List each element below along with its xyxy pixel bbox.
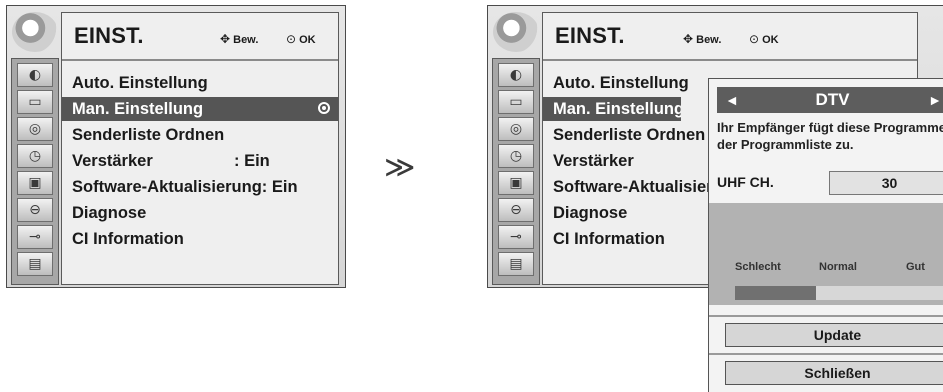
menu-item-man-einstellung[interactable]: Man. Einstellung bbox=[62, 97, 338, 121]
move-arrows-icon: ✥ bbox=[220, 32, 231, 46]
connector-icon[interactable]: ⊸ bbox=[17, 225, 53, 249]
right-arrow-icon[interactable]: ► bbox=[928, 87, 942, 113]
separator bbox=[709, 315, 943, 317]
satellite-dish-icon bbox=[12, 12, 58, 52]
menu-item-verstaerker[interactable]: Verstärker: Ein bbox=[62, 149, 338, 173]
signal-strength-area: Schlecht Normal Gut bbox=[709, 203, 943, 305]
uhf-channel-input[interactable]: 30 bbox=[829, 171, 943, 195]
setup-menu-panel: ◐ ▭ ◎ ◷ ▣ ⊖ ⊸ ▤ EINST. ✥ Bew. ⊙ OK Auto.… bbox=[6, 5, 346, 288]
signal-label-bad: Schlecht bbox=[735, 261, 781, 273]
verstaerker-value: : Ein bbox=[234, 152, 270, 170]
settings-icon[interactable]: ▤ bbox=[17, 252, 53, 276]
selected-radio-icon bbox=[318, 102, 330, 114]
clock-icon[interactable]: ◷ bbox=[498, 144, 534, 168]
connector-icon[interactable]: ⊸ bbox=[498, 225, 534, 249]
menu-item-man-einstellung[interactable]: Man. Einstellung bbox=[543, 97, 681, 121]
uhf-channel-label: UHF CH. bbox=[717, 174, 774, 190]
mode-label: DTV bbox=[815, 90, 850, 109]
manual-tuning-popup: ◄ DTV ► Ihr Empfänger fügt diese Program… bbox=[708, 78, 943, 392]
menu-item-diagnose[interactable]: Diagnose bbox=[62, 201, 338, 225]
ok-button-icon: ⊙ bbox=[286, 32, 297, 46]
update-button[interactable]: Update bbox=[725, 323, 943, 347]
title-divider bbox=[62, 59, 338, 61]
title-divider bbox=[543, 59, 917, 61]
ok-hint: ⊙ OK bbox=[749, 32, 779, 46]
menu-title: EINST. bbox=[555, 23, 625, 48]
menu-item-auto-einstellung[interactable]: Auto. Einstellung bbox=[62, 71, 338, 95]
mode-selector[interactable]: ◄ DTV ► bbox=[717, 87, 943, 113]
move-hint: ✥ Bew. bbox=[220, 32, 259, 46]
transition-arrow: ≫ bbox=[384, 150, 416, 185]
menu-title: EINST. bbox=[74, 23, 144, 48]
info-message: Ihr Empfänger fügt diese Programme der P… bbox=[717, 120, 943, 152]
move-arrows-icon: ✥ bbox=[683, 32, 694, 46]
close-button[interactable]: Schließen bbox=[725, 361, 943, 385]
separator bbox=[709, 353, 943, 355]
signal-bar-fill bbox=[735, 286, 817, 300]
monitor-icon[interactable]: ▭ bbox=[17, 90, 53, 114]
move-hint: ✥ Bew. bbox=[683, 32, 722, 46]
speaker-icon[interactable]: ◎ bbox=[17, 117, 53, 141]
menu-sidebar: ◐ ▭ ◎ ◷ ▣ ⊖ ⊸ ▤ bbox=[492, 58, 540, 285]
speaker-icon[interactable]: ◎ bbox=[498, 117, 534, 141]
ok-button-icon: ⊙ bbox=[749, 32, 760, 46]
left-arrow-icon[interactable]: ◄ bbox=[725, 87, 739, 113]
calendar-icon[interactable]: ▣ bbox=[498, 171, 534, 195]
lock-icon[interactable]: ⊖ bbox=[17, 198, 53, 222]
menu-item-software-aktualisierung[interactable]: Software-Aktualisierung: Ein bbox=[62, 175, 338, 199]
signal-label-good: Gut bbox=[906, 261, 925, 273]
clock-icon[interactable]: ◷ bbox=[17, 144, 53, 168]
signal-label-normal: Normal bbox=[819, 261, 857, 273]
menu-sidebar: ◐ ▭ ◎ ◷ ▣ ⊖ ⊸ ▤ bbox=[11, 58, 59, 285]
globe-icon[interactable]: ◐ bbox=[17, 63, 53, 87]
ok-hint: ⊙ OK bbox=[286, 32, 316, 46]
settings-icon[interactable]: ▤ bbox=[498, 252, 534, 276]
monitor-icon[interactable]: ▭ bbox=[498, 90, 534, 114]
satellite-dish-icon bbox=[493, 12, 539, 52]
lock-icon[interactable]: ⊖ bbox=[498, 198, 534, 222]
globe-icon[interactable]: ◐ bbox=[498, 63, 534, 87]
menu-item-ci-information[interactable]: CI Information bbox=[62, 227, 338, 251]
signal-bar bbox=[735, 286, 943, 300]
calendar-icon[interactable]: ▣ bbox=[17, 171, 53, 195]
menu-item-senderliste-ordnen[interactable]: Senderliste Ordnen bbox=[62, 123, 338, 147]
menu-main: EINST. ✥ Bew. ⊙ OK Auto. Einstellung Man… bbox=[61, 12, 339, 285]
